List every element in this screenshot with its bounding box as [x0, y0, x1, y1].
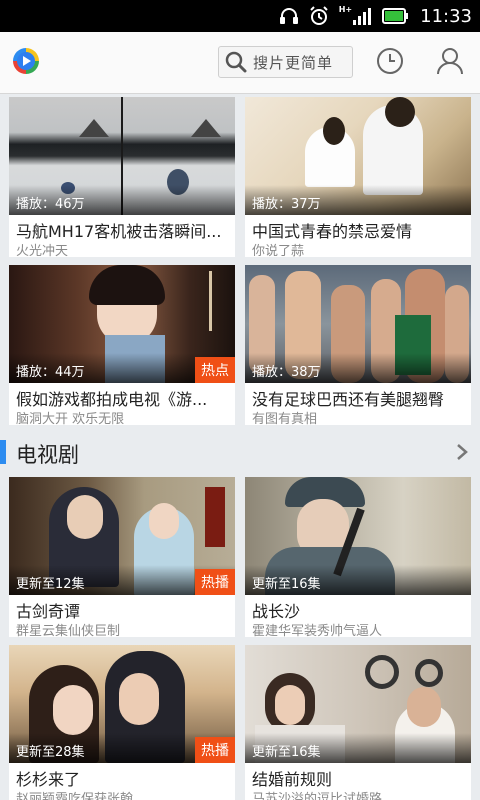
drama-subtitle: 霍建华军装秀帅气逼人 [252, 624, 383, 637]
play-count: 播放：37万 [252, 197, 321, 212]
video-subtitle: 有图有真相 [252, 412, 318, 425]
video-thumbnail[interactable]: 播放：44万 热点 [9, 265, 235, 383]
play-count: 播放：44万 [16, 365, 85, 380]
video-subtitle: 火光冲天 [16, 244, 69, 257]
tv-section-header[interactable]: 电视剧 [0, 432, 480, 472]
video-thumbnail[interactable]: 播放：46万 [9, 97, 235, 215]
battery-icon [382, 8, 409, 24]
hot-tag: 热播 [195, 569, 235, 595]
video-card[interactable]: 播放：46万 马航MH17客机被击落瞬间... 火光冲天 [9, 97, 235, 257]
drama-thumbnail[interactable]: 更新至12集 热播 [9, 477, 235, 595]
search-box[interactable]: 搜片更简单 [218, 46, 353, 78]
drama-title: 古剑奇谭 [16, 602, 81, 621]
video-title: 中国式青春的禁忌爱情 [252, 222, 413, 241]
drama-thumbnail[interactable]: 更新至28集 热播 [9, 645, 235, 763]
app-logo-icon[interactable] [13, 48, 39, 74]
video-thumbnail[interactable]: 播放：38万 [245, 265, 471, 383]
headset-icon [279, 8, 298, 24]
video-card[interactable]: 播放：38万 没有足球巴西还有美腿翘臀 有图有真相 [245, 265, 471, 425]
drama-title: 战长沙 [252, 602, 301, 621]
hot-tag: 热点 [195, 357, 235, 383]
signal-icon [353, 8, 372, 25]
alarm-icon [310, 6, 328, 25]
app-header: 搜片更简单 [0, 32, 480, 94]
hot-tag: 热播 [195, 737, 235, 763]
clock: 11:33 [420, 5, 472, 27]
drama-card[interactable]: 更新至28集 热播 杉杉来了 赵丽颖霸吃保获张翰 [9, 645, 235, 800]
episode-update: 更新至12集 [16, 577, 85, 592]
video-card[interactable]: 播放：37万 中国式青春的禁忌爱情 你说了蒜 [245, 97, 471, 257]
status-bar: H+ 11:33 [0, 0, 480, 32]
search-placeholder: 搜片更简单 [253, 53, 334, 72]
video-subtitle: 你说了蒜 [252, 244, 305, 257]
video-card[interactable]: 播放：44万 热点 假如游戏都拍成电视《游... 脑洞大开 欢乐无限 [9, 265, 235, 425]
user-button[interactable] [436, 46, 464, 80]
play-count: 播放：38万 [252, 365, 321, 380]
drama-card[interactable]: 更新至12集 热播 古剑奇谭 群星云集仙侠巨制 [9, 477, 235, 637]
drama-subtitle: 马苏沙溢的逗比试婚路 [252, 792, 383, 800]
chevron-right-icon[interactable] [456, 443, 468, 461]
drama-subtitle: 赵丽颖霸吃保获张翰 [16, 792, 134, 800]
section-title: 电视剧 [16, 443, 79, 467]
episode-update: 更新至16集 [252, 577, 321, 592]
drama-card[interactable]: 更新至16集 战长沙 霍建华军装秀帅气逼人 [245, 477, 471, 637]
user-icon [437, 48, 463, 75]
play-count: 播放：46万 [16, 197, 85, 212]
search-icon [225, 51, 247, 73]
video-thumbnail[interactable]: 播放：37万 [245, 97, 471, 215]
episode-update: 更新至28集 [16, 745, 85, 760]
drama-card[interactable]: 更新至16集 结婚前规则 马苏沙溢的逗比试婚路 [245, 645, 471, 800]
network-type-label: H+ [338, 4, 353, 14]
video-title: 马航MH17客机被击落瞬间... [16, 222, 222, 241]
drama-thumbnail[interactable]: 更新至16集 [245, 477, 471, 595]
video-subtitle: 脑洞大开 欢乐无限 [16, 412, 125, 425]
drama-subtitle: 群星云集仙侠巨制 [16, 624, 121, 637]
drama-thumbnail[interactable]: 更新至16集 [245, 645, 471, 763]
drama-title: 杉杉来了 [16, 770, 81, 789]
history-button[interactable] [375, 46, 405, 80]
section-accent-bar [0, 440, 6, 464]
episode-update: 更新至16集 [252, 745, 321, 760]
clock-history-icon [377, 48, 403, 74]
video-title: 假如游戏都拍成电视《游... [16, 390, 208, 409]
video-title: 没有足球巴西还有美腿翘臀 [252, 390, 445, 409]
drama-title: 结婚前规则 [252, 770, 333, 789]
